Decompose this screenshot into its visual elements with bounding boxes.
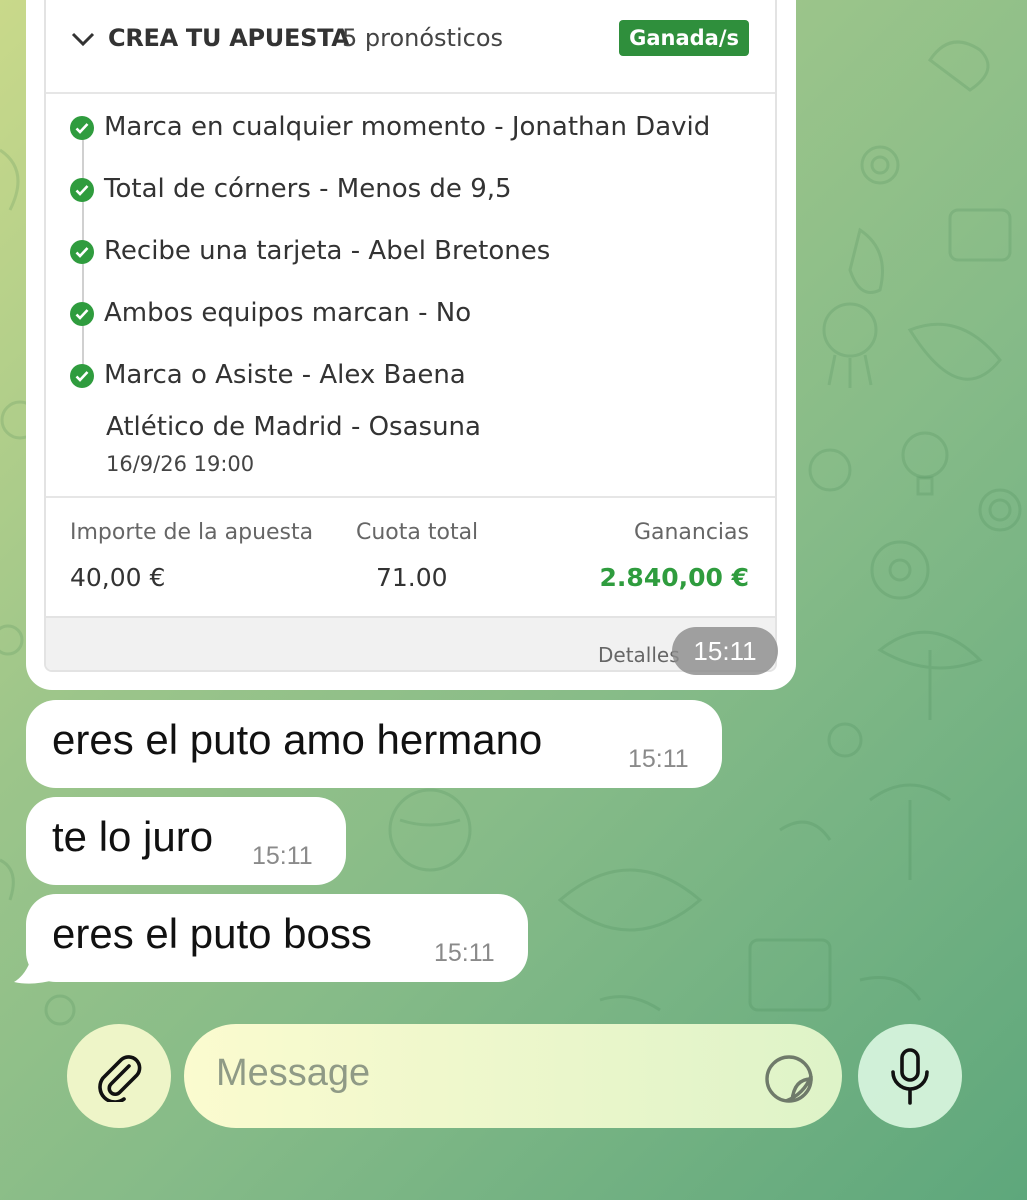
odds-value: 71.00 (376, 563, 448, 592)
check-circle-icon (70, 364, 94, 388)
bubble-tail (14, 930, 54, 984)
message-timestamp: 15:11 (434, 939, 495, 967)
details-link[interactable]: Detalles (598, 643, 680, 667)
message-timestamp: 15:11 (252, 842, 313, 870)
chevron-down-icon[interactable] (70, 30, 96, 50)
divider (46, 496, 775, 498)
message-timestamp: 15:11 (672, 627, 778, 675)
check-circle-icon (70, 302, 94, 326)
message-timestamp: 15:11 (628, 745, 689, 773)
stake-value: 40,00 € (70, 563, 166, 592)
attach-button[interactable] (67, 1024, 171, 1128)
status-badge: Ganada/s (619, 20, 749, 56)
bet-type-title: CREA TU APUESTA (108, 24, 350, 52)
bet-card-message: CREA TU APUESTA 5 pronósticos Ganada/s M… (26, 0, 796, 690)
odds-label: Cuota total (356, 520, 479, 545)
message-input[interactable]: Message (184, 1024, 842, 1128)
winnings-label: Ganancias (633, 520, 749, 545)
check-circle-icon (70, 116, 94, 140)
message-text: eres el puto boss (52, 910, 372, 957)
message-bubble[interactable]: te lo juro 15:11 (26, 797, 346, 885)
message-bubble[interactable]: eres el puto boss 15:11 (26, 894, 528, 982)
stake-label: Importe de la apuesta (70, 520, 314, 545)
prediction-count: 5 pronósticos (342, 24, 504, 52)
winnings-value: 2.840,00 € (599, 563, 749, 592)
message-bubble[interactable]: eres el puto amo hermano 15:11 (26, 700, 722, 788)
prediction-label: Ambos equipos marcan - No (104, 298, 472, 328)
bet-slip-footer: Detalles (46, 616, 775, 670)
match-date: 16/9/26 19:00 (106, 452, 255, 476)
bet-slip-card[interactable]: CREA TU APUESTA 5 pronósticos Ganada/s M… (44, 0, 777, 672)
bet-slip-header[interactable]: CREA TU APUESTA 5 pronósticos Ganada/s (46, 0, 775, 94)
message-text: eres el puto amo hermano (52, 716, 543, 763)
prediction-label: Marca o Asiste - Alex Baena (104, 360, 466, 390)
paperclip-icon (98, 1055, 142, 1102)
microphone-icon (891, 1048, 929, 1105)
message-text: te lo juro (52, 813, 214, 860)
check-circle-icon (70, 178, 94, 202)
microphone-button[interactable] (858, 1024, 962, 1128)
prediction-label: Marca en cualquier momento - Jonathan Da… (104, 112, 711, 142)
check-circle-icon (70, 240, 94, 264)
match-name: Atlético de Madrid - Osasuna (106, 412, 481, 442)
message-placeholder: Message (216, 1052, 371, 1094)
prediction-label: Total de córners - Menos de 9,5 (104, 174, 512, 204)
sticker-icon[interactable] (764, 1054, 814, 1104)
prediction-label: Recibe una tarjeta - Abel Bretones (104, 236, 551, 266)
